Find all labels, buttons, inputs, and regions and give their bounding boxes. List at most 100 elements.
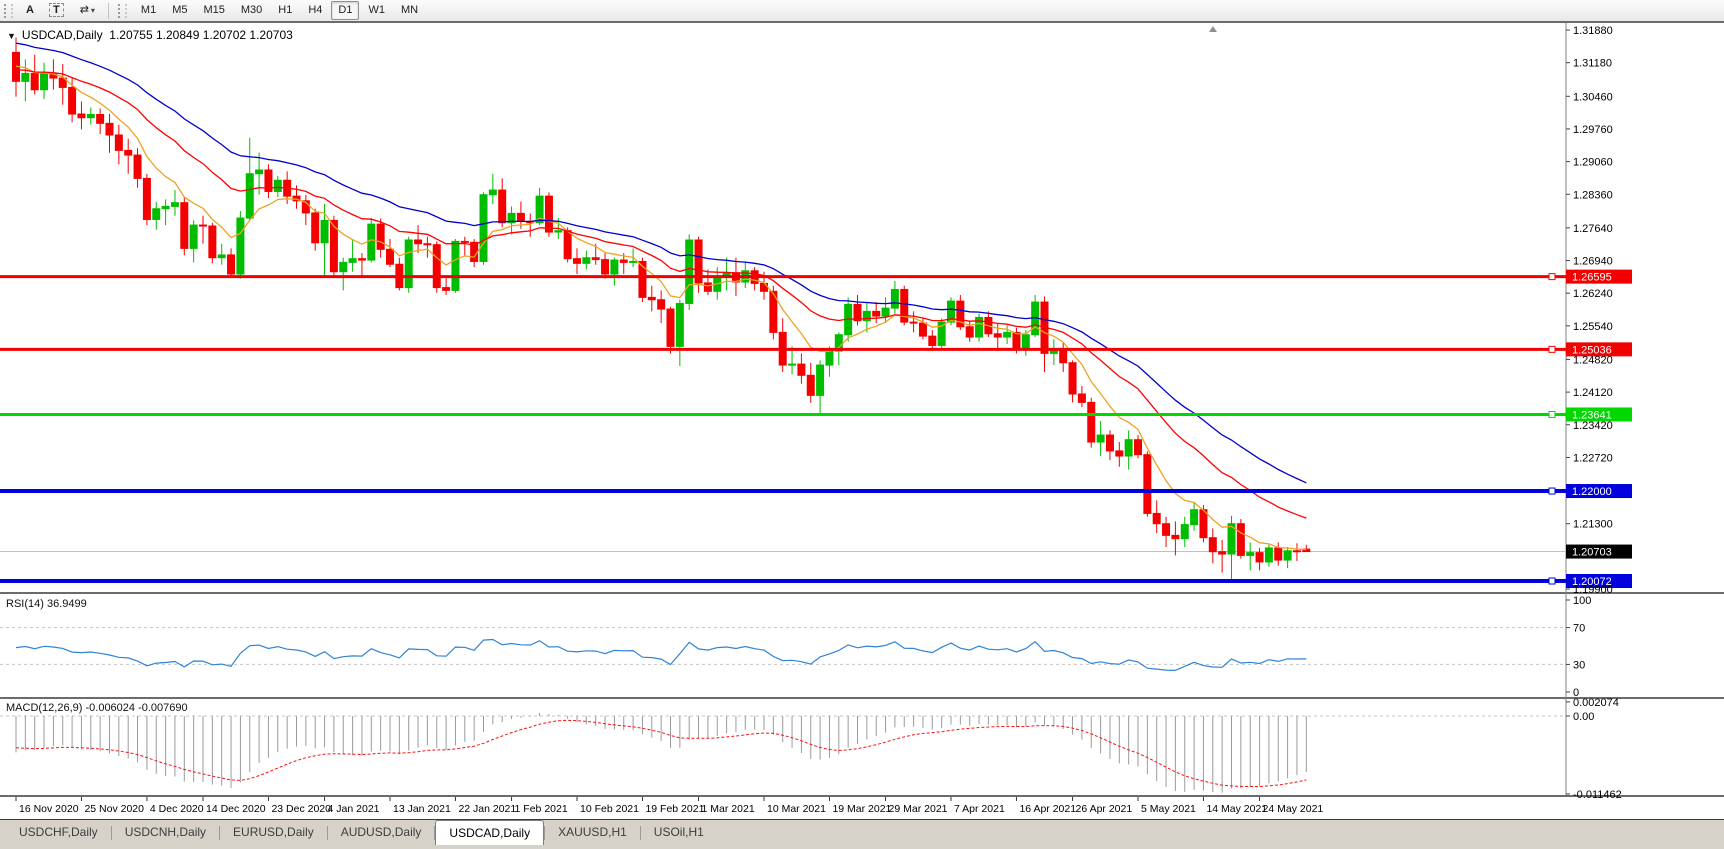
candle-body xyxy=(573,258,581,264)
hline-price-badge-text: 1.26595 xyxy=(1572,272,1612,284)
price-axis-label: 1.23420 xyxy=(1573,420,1613,432)
rsi-axis-label: 100 xyxy=(1573,595,1591,607)
candle-body xyxy=(386,248,394,265)
candle-body xyxy=(30,72,39,91)
candle-body xyxy=(516,212,525,222)
candle-body xyxy=(1208,537,1217,553)
chart-tab-audusd[interactable]: AUDUSD,Daily xyxy=(328,821,435,844)
price-axis-label: 1.26940 xyxy=(1573,256,1613,268)
candle-body xyxy=(442,287,451,291)
candle-body xyxy=(1143,454,1152,514)
candle-body xyxy=(105,122,114,136)
candle-body xyxy=(1012,331,1021,350)
toolbar-grip[interactable] xyxy=(4,3,13,18)
date-axis-label: 14 Dec 2020 xyxy=(206,803,266,815)
candle-body xyxy=(311,212,320,244)
rsi-axis-label: 70 xyxy=(1573,623,1585,635)
chart-tab-usdcad[interactable]: USDCAD,Daily xyxy=(435,820,545,845)
candle-body xyxy=(1115,450,1124,457)
timeframe-button-m15[interactable]: M15 xyxy=(196,1,231,20)
textbox-button[interactable]: T xyxy=(42,1,71,20)
candle-body xyxy=(255,169,264,175)
timeframe-toolbar-grip[interactable] xyxy=(117,3,127,18)
candle-body xyxy=(273,179,282,192)
candle-body xyxy=(881,307,890,317)
candle-body xyxy=(451,240,460,291)
hline-anchor xyxy=(1548,410,1556,418)
candle-body xyxy=(554,230,563,233)
timeframe-button-m30[interactable]: M30 xyxy=(234,1,269,20)
date-axis-label: 4 Dec 2020 xyxy=(150,803,204,815)
candle-body xyxy=(1162,523,1171,536)
chart-tab-xauusd[interactable]: XAUUSD,H1 xyxy=(545,821,640,844)
candle-body xyxy=(124,149,133,156)
chart-tab-bar: USDCHF,Daily USDCNH,Daily EURUSD,Daily AUDU… xyxy=(0,819,1724,849)
candle-body xyxy=(86,113,95,119)
candle-body xyxy=(853,303,862,322)
text-label-button[interactable]: A xyxy=(20,1,40,20)
timeframe-button-m1[interactable]: M1 xyxy=(134,1,163,20)
candle-body xyxy=(245,173,254,219)
candle-body xyxy=(993,333,1002,338)
candle-body xyxy=(357,258,366,261)
macd-panel-border xyxy=(0,697,1724,699)
timeframe-button-h1[interactable]: H1 xyxy=(271,1,299,20)
candle-body xyxy=(96,113,105,124)
macd-main-value: -0.006024 xyxy=(85,702,136,714)
candle-body xyxy=(1283,550,1292,561)
date-axis-label: 16 Nov 2020 xyxy=(19,803,79,815)
date-axis-label: 10 Feb 2021 xyxy=(580,803,639,815)
price-axis-label: 1.31880 xyxy=(1573,25,1613,37)
collapse-arrow-icon[interactable]: ▼ xyxy=(7,31,16,41)
candle-body xyxy=(208,225,217,259)
candle-body xyxy=(498,189,507,224)
candle-body xyxy=(68,86,77,115)
candle-body xyxy=(806,374,815,396)
candle-body xyxy=(1068,362,1077,395)
candle-body xyxy=(1077,393,1086,403)
timeframe-button-mn[interactable]: MN xyxy=(394,1,425,20)
hline-anchor xyxy=(1548,487,1556,495)
candle-body xyxy=(1087,401,1096,443)
price-axis-label: 1.24120 xyxy=(1573,387,1613,399)
date-axis-label: 1 Feb 2021 xyxy=(515,803,568,815)
date-axis-label: 19 Feb 2021 xyxy=(645,803,704,815)
date-axis-label: 4 Jan 2021 xyxy=(328,803,380,815)
candle-body xyxy=(1274,547,1283,561)
macd-axis-label: 0.002074 xyxy=(1573,697,1619,709)
chart-tab-eurusd[interactable]: EURUSD,Daily xyxy=(220,821,327,844)
candle-body xyxy=(563,230,572,260)
candle-body xyxy=(582,257,591,264)
candle-body xyxy=(657,299,666,310)
candle-body xyxy=(1180,524,1189,540)
mt4-window: A T ⇄ ▾ M1 M5 M15 M30 H1 H4 D1 W1 MN 1.26595 1.250… xyxy=(0,0,1724,849)
candle-body xyxy=(320,219,329,244)
timeframe-button-d1[interactable]: D1 xyxy=(331,1,360,20)
timeframe-button-h4[interactable]: H4 xyxy=(301,1,329,20)
candle-body xyxy=(236,217,245,275)
current-price-badge-text: 1.20703 xyxy=(1572,547,1612,559)
chart-tab-usoil[interactable]: USOil,H1 xyxy=(641,821,717,844)
arrow-styles-button[interactable]: ⇄ ▾ xyxy=(73,1,102,20)
candle-body xyxy=(40,72,49,91)
macd-signal-value: -0.007690 xyxy=(138,702,188,714)
date-axis-label: 23 Dec 2020 xyxy=(271,803,331,815)
date-axis-label: 19 Mar 2021 xyxy=(832,803,891,815)
chart-tab-usdchf[interactable]: USDCHF,Daily xyxy=(6,821,111,844)
candle-body xyxy=(918,322,927,337)
chart-canvas[interactable]: 1.265951.250361.236411.220001.200721.318… xyxy=(0,23,1724,819)
date-axis-label: 7 Apr 2021 xyxy=(954,803,1005,815)
candle-body xyxy=(928,335,937,346)
chart-tab-usdcnh[interactable]: USDCNH,Daily xyxy=(112,821,219,844)
timeframe-button-m5[interactable]: M5 xyxy=(165,1,194,20)
price-axis-label: 1.21300 xyxy=(1573,519,1613,531)
candle-body xyxy=(161,205,170,210)
price-axis-label: 1.29060 xyxy=(1573,157,1613,169)
price-axis-label: 1.28360 xyxy=(1573,189,1613,201)
candle-body xyxy=(797,363,806,376)
toolbar-separator xyxy=(107,2,109,19)
date-axis-label: 25 Nov 2020 xyxy=(84,803,144,815)
candle-body xyxy=(1134,439,1142,456)
timeframe-button-w1[interactable]: W1 xyxy=(361,1,392,20)
timeframe-bar: M1 M5 M15 M30 H1 H4 D1 W1 MN xyxy=(133,1,426,20)
